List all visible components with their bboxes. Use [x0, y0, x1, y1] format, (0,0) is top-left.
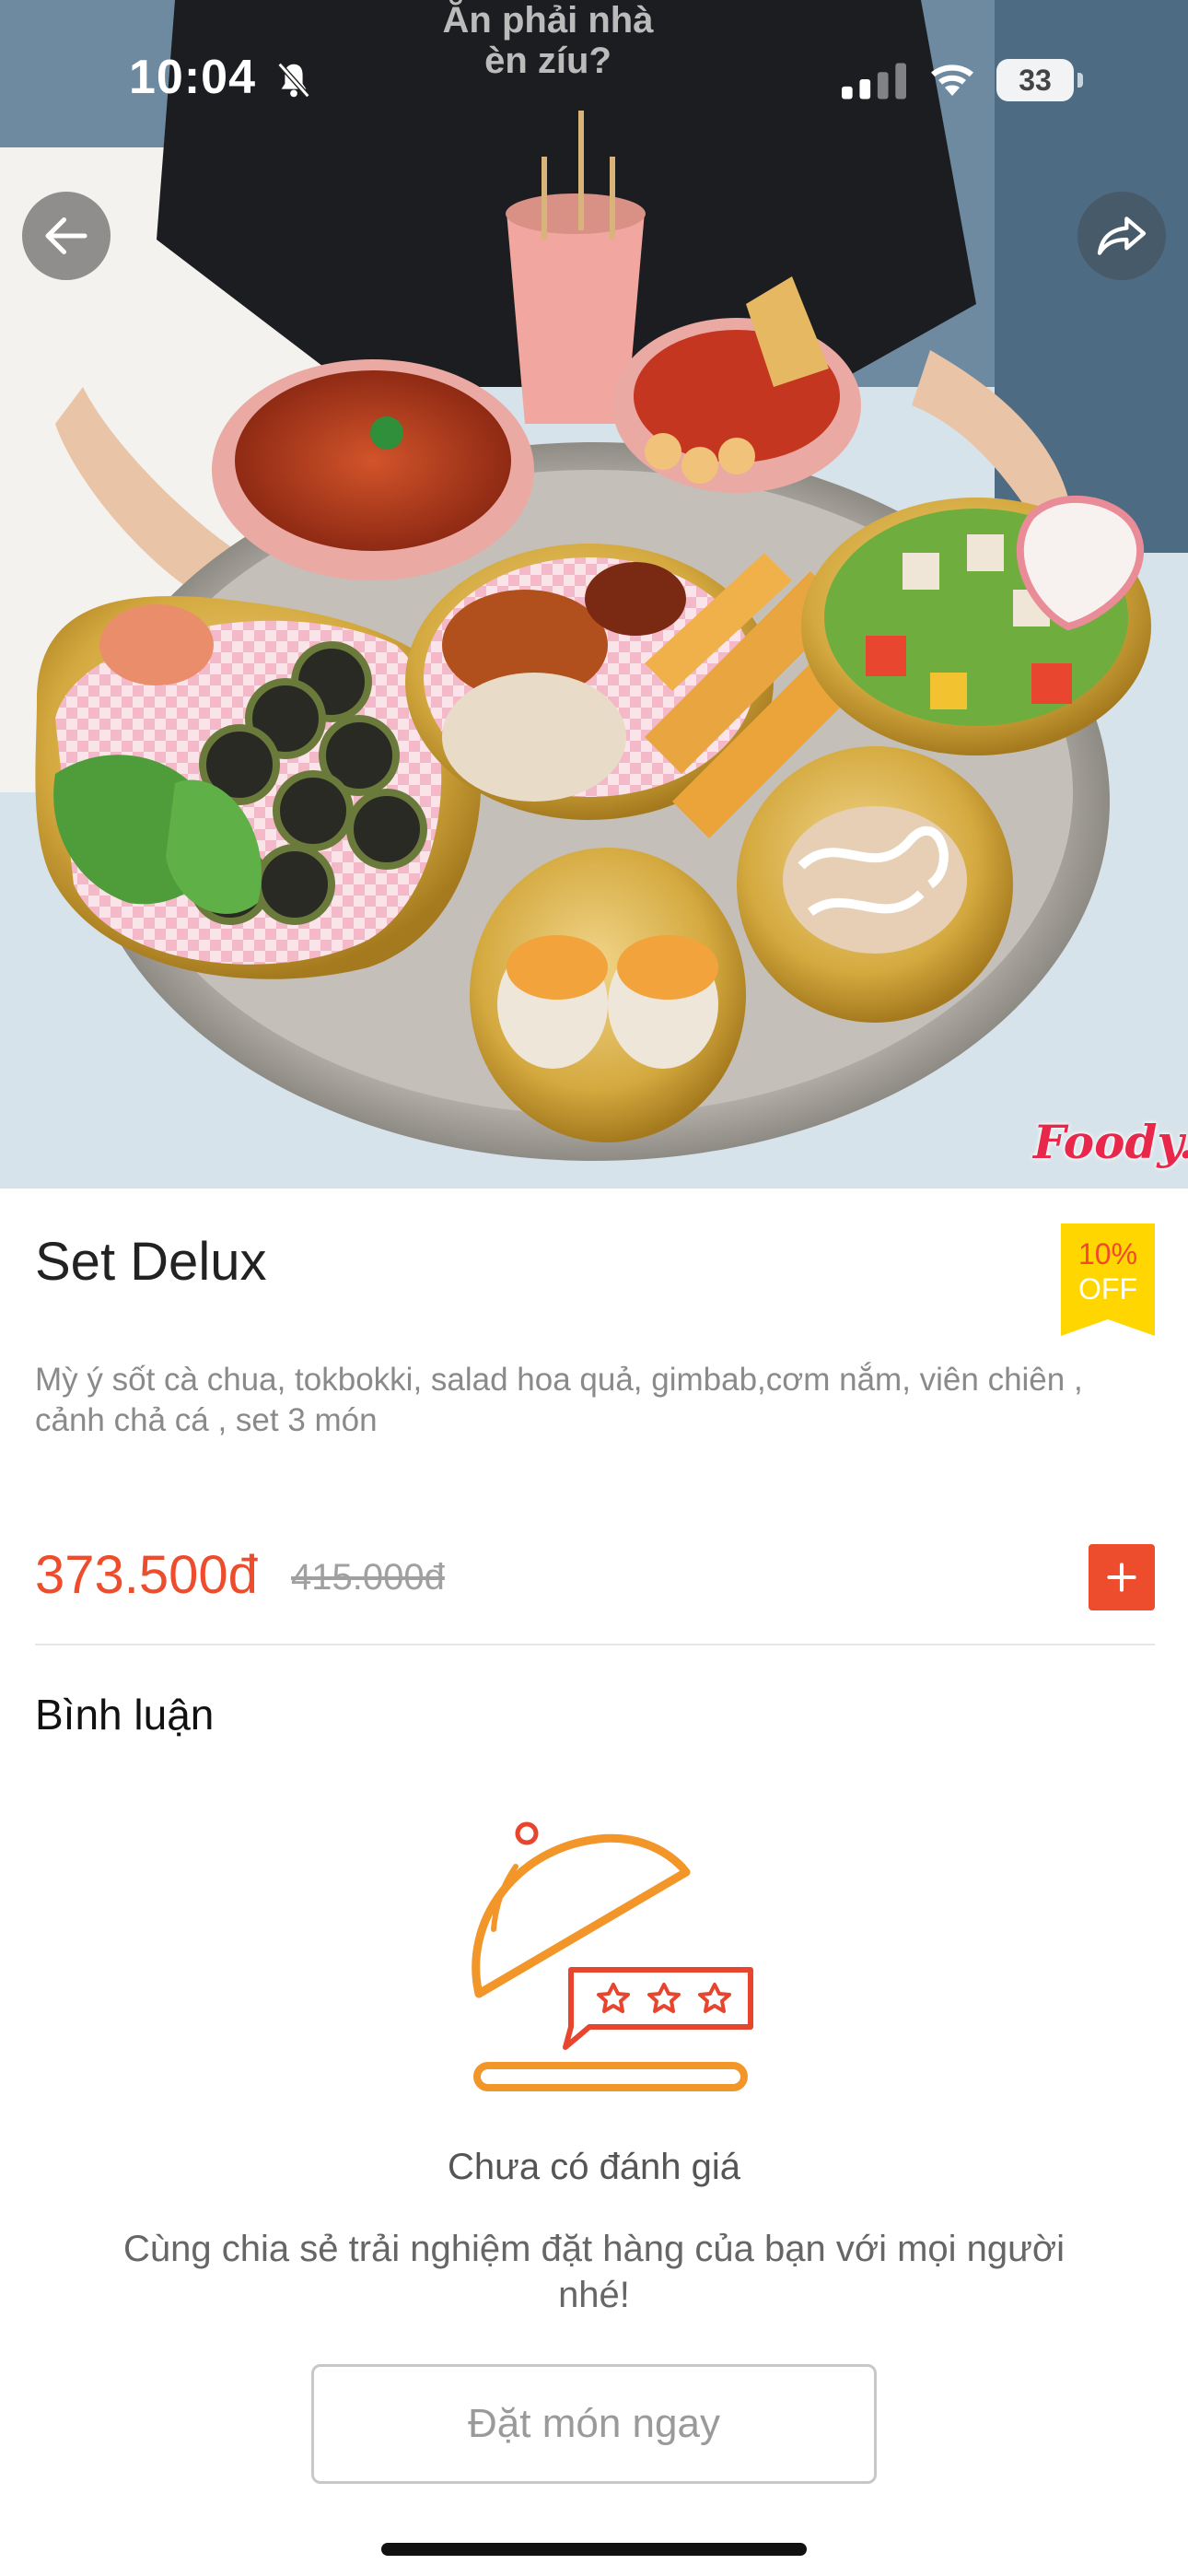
section-divider	[35, 1644, 1155, 1645]
order-now-button[interactable]: Đặt món ngay	[311, 2364, 877, 2484]
reviews-heading: Bình luận	[35, 1691, 215, 1739]
food-cloche-rating-icon	[472, 1821, 753, 2091]
battery-icon: 33	[996, 59, 1083, 101]
empty-reviews-subtitle: Cùng chia sẻ trải nghiệm đặt hàng của bạ…	[122, 2229, 1066, 2315]
home-indicator	[381, 2543, 807, 2556]
wifi-icon	[931, 64, 973, 96]
arrow-left-icon	[45, 217, 87, 254]
battery-level: 33	[1019, 64, 1052, 97]
signal-icon	[842, 63, 906, 100]
back-button[interactable]	[22, 192, 111, 280]
share-icon	[1097, 217, 1147, 255]
status-bar: 10:04 33	[0, 0, 1188, 157]
discount-badge: 10% OFF	[1061, 1224, 1155, 1336]
discount-label: OFF	[1078, 1272, 1137, 1306]
plus-icon	[1107, 1563, 1136, 1592]
empty-reviews-title: Chưa có đánh giá	[447, 2147, 741, 2187]
current-price: 373.500đ	[35, 1545, 258, 1605]
product-title: Set Delux	[35, 1232, 267, 1292]
discount-percent: 10%	[1077, 1237, 1138, 1270]
share-button[interactable]	[1077, 192, 1166, 280]
product-photo: Ăn phải nhà èn zíu? 10:04 33 Foody	[0, 0, 1188, 1188]
status-time: 10:04	[129, 51, 256, 104]
bell-off-icon	[277, 62, 310, 99]
original-price: 415.000đ	[291, 1557, 445, 1598]
foody-watermark: Foody.vn	[1033, 1115, 1188, 1169]
food-platter-image	[0, 0, 1188, 1188]
product-description: Mỳ ý sốt cà chua, tokbokki, salad hoa qu…	[35, 1362, 1083, 1438]
add-to-cart-button[interactable]	[1089, 1544, 1155, 1610]
